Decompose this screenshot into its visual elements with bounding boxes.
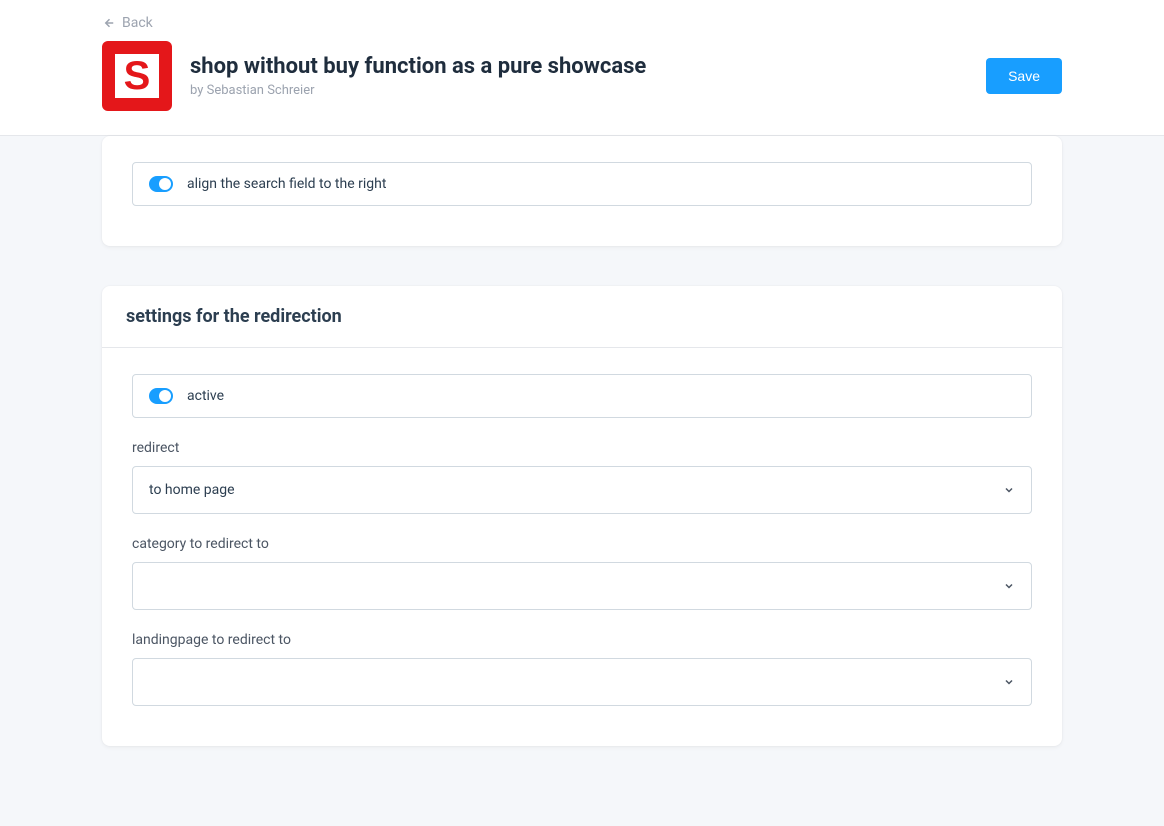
label-redirect: redirect xyxy=(132,440,1032,456)
toggle-active-label: active xyxy=(187,388,224,404)
chevron-down-icon xyxy=(1003,484,1015,496)
plugin-logo: S xyxy=(102,41,172,111)
arrow-left-icon xyxy=(102,17,114,29)
card-header-redirection: settings for the redirection xyxy=(102,286,1062,348)
chevron-down-icon xyxy=(1003,580,1015,592)
section-heading: settings for the redirection xyxy=(126,306,1038,327)
select-redirect[interactable]: to home page xyxy=(132,466,1032,514)
page-header: Back S shop without buy function as a pu… xyxy=(0,0,1164,136)
toggle-align-search[interactable] xyxy=(149,176,173,192)
select-landingpage[interactable] xyxy=(132,658,1032,706)
back-link[interactable]: Back xyxy=(102,15,153,31)
label-category: category to redirect to xyxy=(132,536,1032,552)
select-category[interactable] xyxy=(132,562,1032,610)
toggle-row-active: active xyxy=(132,374,1032,418)
select-category-value xyxy=(149,579,1003,593)
back-label: Back xyxy=(122,15,153,31)
toggle-align-search-label: align the search field to the right xyxy=(187,176,386,192)
select-landingpage-value xyxy=(149,675,1003,689)
byline: by Sebastian Schreier xyxy=(190,83,968,98)
toggle-active[interactable] xyxy=(149,388,173,404)
page-title: shop without buy function as a pure show… xyxy=(190,54,968,79)
label-landingpage: landingpage to redirect to xyxy=(132,632,1032,648)
save-button[interactable]: Save xyxy=(986,58,1062,94)
chevron-down-icon xyxy=(1003,676,1015,688)
select-redirect-value: to home page xyxy=(149,482,1003,498)
card-redirection-settings: settings for the redirection active redi… xyxy=(102,286,1062,746)
card-top-settings: align the search field to the right xyxy=(102,136,1062,246)
toggle-row-align-search: align the search field to the right xyxy=(132,162,1032,206)
